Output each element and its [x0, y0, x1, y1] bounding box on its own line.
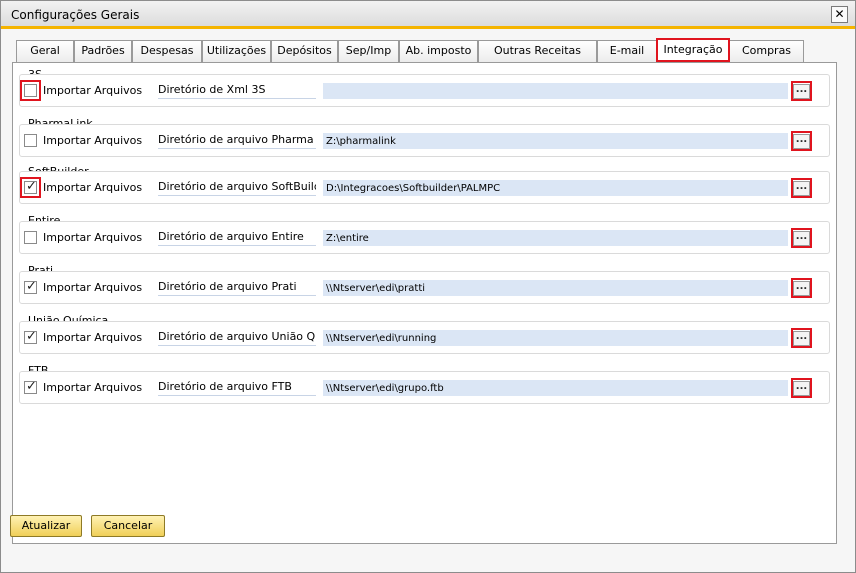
import-label-3s: Importar Arquivos [43, 84, 143, 97]
update-button[interactable]: Atualizar [10, 515, 82, 537]
browse-highlight-3s [791, 81, 812, 101]
path-input-uniao-quimica[interactable]: \\Ntserver\edi\running [323, 330, 788, 346]
title-bar: Configurações Gerais ✕ [1, 1, 855, 29]
browse-highlight-entire [791, 228, 812, 248]
path-input-entire[interactable]: Z:\entire [323, 230, 788, 246]
import-label-prati: Importar Arquivos [43, 281, 143, 294]
tab-sep-imp[interactable]: Sep/Imp [338, 40, 399, 62]
path-input-3s[interactable] [323, 83, 788, 99]
browse-highlight-softbuilder [791, 178, 812, 198]
dir-label-prati: Diretório de arquivo Prati [158, 280, 316, 296]
close-icon: ✕ [834, 7, 845, 21]
check-icon: ✓ [26, 279, 37, 294]
window-title: Configurações Gerais [11, 8, 140, 22]
tab-integracao-highlight [656, 38, 730, 62]
import-checkbox-uniao-quimica[interactable]: ✓ [24, 329, 37, 344]
import-label-softbuilder: Importar Arquivos [43, 181, 143, 194]
dir-label-3s: Diretório de Xml 3S [158, 83, 316, 99]
tab-outras-receitas[interactable]: Outras Receitas [478, 40, 597, 62]
path-input-pharmalink[interactable]: Z:\pharmalink [323, 133, 788, 149]
tab-ab-imposto[interactable]: Ab. imposto [399, 40, 478, 62]
import-label-uniao-quimica: Importar Arquivos [43, 331, 143, 344]
tab-compras[interactable]: Compras [729, 40, 804, 62]
dir-label-uniao-quimica: Diretório de arquivo União Qímica [158, 330, 316, 346]
browse-highlight-prati [791, 278, 812, 298]
dir-label-pharmalink: Diretório de arquivo Pharma Link [158, 133, 316, 149]
path-input-prati[interactable]: \\Ntserver\edi\pratti [323, 280, 788, 296]
browse-highlight-pharmalink [791, 131, 812, 151]
import-checkbox-pharmalink[interactable] [24, 134, 37, 147]
browse-highlight-ftb [791, 378, 812, 398]
path-input-ftb[interactable]: \\Ntserver\edi\grupo.ftb [323, 380, 788, 396]
tab-geral[interactable]: Geral [16, 40, 74, 62]
import-label-entire: Importar Arquivos [43, 231, 143, 244]
import-checkbox-entire[interactable] [24, 231, 37, 244]
path-input-softbuilder[interactable]: D:\Integracoes\Softbuilder\PALMPC [323, 180, 788, 196]
checkbox-highlight-3s [20, 80, 41, 101]
browse-highlight-uniao-quimica [791, 328, 812, 348]
cancel-button[interactable]: Cancelar [91, 515, 165, 537]
check-icon: ✓ [26, 329, 37, 344]
tab-padroes[interactable]: Padrões [74, 40, 132, 62]
import-label-pharmalink: Importar Arquivos [43, 134, 143, 147]
checkbox-highlight-softbuilder [20, 177, 41, 198]
close-button[interactable]: ✕ [831, 6, 848, 23]
dir-label-softbuilder: Diretório de arquivo SoftBuilder [158, 180, 316, 196]
import-checkbox-prati[interactable]: ✓ [24, 279, 37, 294]
dir-label-entire: Diretório de arquivo Entire [158, 230, 316, 246]
tab-email[interactable]: E-mail [597, 40, 657, 62]
import-checkbox-ftb[interactable]: ✓ [24, 379, 37, 394]
settings-window: Configurações Gerais ✕ Geral Padrões Des… [0, 0, 856, 573]
check-icon: ✓ [26, 379, 37, 394]
dir-label-ftb: Diretório de arquivo FTB [158, 380, 316, 396]
import-label-ftb: Importar Arquivos [43, 381, 143, 394]
tab-depositos[interactable]: Depósitos [271, 40, 338, 62]
tab-utilizacoes[interactable]: Utilizações [202, 40, 271, 62]
tab-despesas[interactable]: Despesas [132, 40, 202, 62]
